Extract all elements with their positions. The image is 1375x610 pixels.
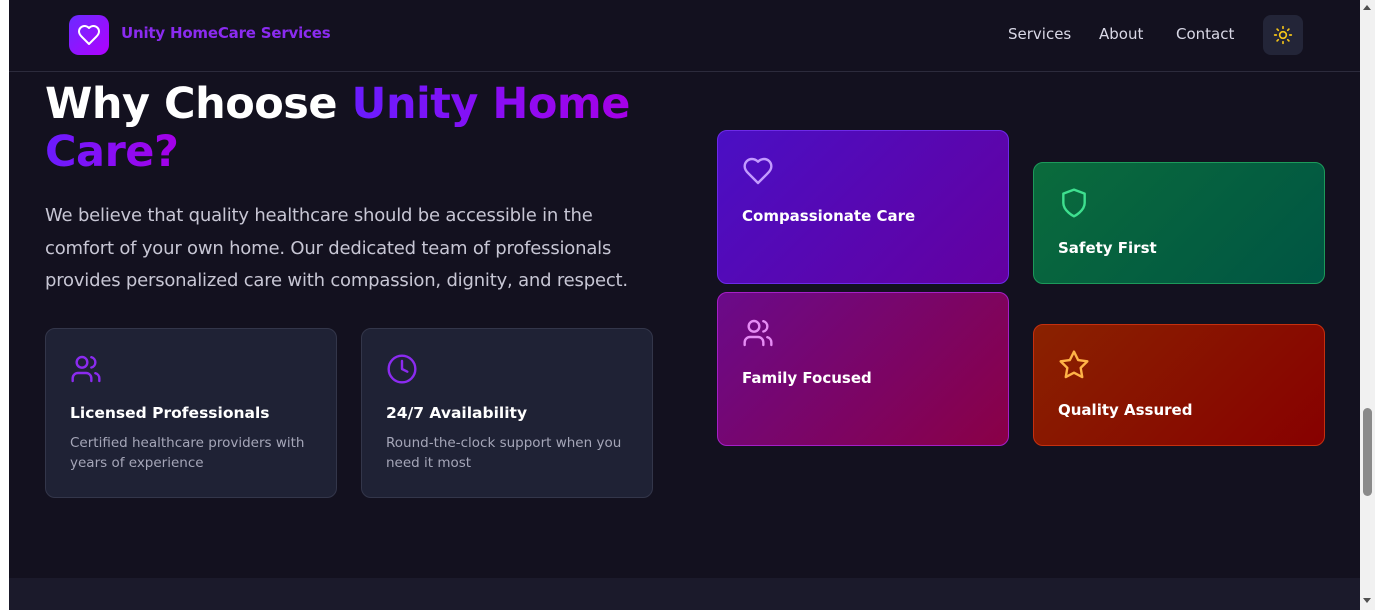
card-description: Certified healthcare providers with year…: [70, 435, 305, 471]
title-accent-line2: Care?: [45, 127, 179, 177]
card-title: Licensed Professionals: [70, 404, 270, 422]
shield-icon: [1062, 188, 1086, 218]
brand-name[interactable]: Unity HomeCare Services: [121, 24, 331, 42]
card-description: Round-the-clock support when you need it…: [386, 435, 622, 471]
page-title: Why Choose Unity Home Care?: [45, 80, 685, 176]
feature-safety-first: Safety First: [1033, 162, 1325, 284]
star-icon: [1059, 350, 1089, 379]
feature-quality-assured: Quality Assured: [1033, 324, 1325, 446]
feature-family-focused: Family Focused: [717, 292, 1009, 446]
card-licensed-professionals: Licensed Professionals Certified healthc…: [45, 328, 337, 498]
nav-link-about[interactable]: About: [1099, 25, 1143, 43]
title-plain: Why Choose: [45, 79, 352, 129]
sun-icon: [1273, 25, 1293, 45]
heart-icon: [78, 25, 100, 45]
scroll-down-icon[interactable]: [1363, 598, 1371, 603]
scroll-up-icon[interactable]: [1363, 5, 1371, 10]
heart-icon: [743, 157, 773, 185]
feature-title: Quality Assured: [1058, 401, 1193, 419]
title-accent-line1: Unity Home: [351, 79, 631, 129]
intro-paragraph: We believe that quality healthcare shoul…: [45, 205, 628, 291]
nav-link-services[interactable]: Services: [1008, 25, 1071, 43]
top-nav: Unity HomeCare Services Services About C…: [9, 0, 1360, 72]
theme-toggle-button[interactable]: [1263, 15, 1303, 55]
users-icon: [743, 319, 773, 347]
card-availability: 24/7 Availability Round-the-clock suppor…: [361, 328, 653, 498]
next-section: [9, 578, 1360, 610]
nav-link-contact[interactable]: Contact: [1176, 25, 1234, 43]
feature-title: Safety First: [1058, 239, 1157, 257]
clock-icon: [387, 354, 417, 384]
feature-compassionate-care: Compassionate Care: [717, 130, 1009, 284]
feature-title: Family Focused: [742, 369, 872, 387]
page: Unity HomeCare Services Services About C…: [9, 0, 1360, 610]
card-title: 24/7 Availability: [386, 404, 528, 422]
scrollbar-thumb[interactable]: [1363, 408, 1372, 496]
scrollbar[interactable]: [1360, 0, 1375, 610]
feature-title: Compassionate Care: [742, 207, 916, 225]
logo[interactable]: [69, 15, 109, 55]
users-icon: [71, 355, 101, 383]
